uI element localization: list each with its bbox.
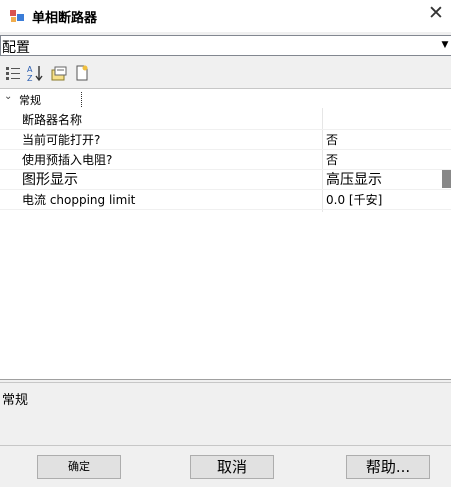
dropdown-button[interactable] (442, 170, 451, 188)
categorized-view-icon[interactable] (4, 64, 22, 82)
property-row-may-open[interactable]: 当前可能打开? 否 (0, 129, 451, 150)
chevron-down-icon[interactable]: ▼ (439, 37, 451, 53)
window-title: 单相断路器 (32, 11, 98, 26)
close-icon[interactable]: ✕ (421, 0, 451, 28)
focus-marker (81, 92, 82, 107)
property-row-breaker-name[interactable]: 断路器名称 (0, 109, 451, 130)
property-name: 当前可能打开? (22, 133, 101, 147)
chevron-down-icon[interactable]: ⌄ (4, 91, 12, 102)
property-row-preinsertion-resistor[interactable]: 使用预插入电阻? 否 (0, 149, 451, 170)
property-value[interactable]: 0.0 [千安] (326, 191, 382, 208)
property-value[interactable]: 否 (326, 131, 338, 148)
svg-text:Z: Z (27, 74, 33, 82)
description-title: 常规 (2, 393, 29, 408)
property-name: 使用预插入电阻? (22, 153, 113, 167)
cancel-button[interactable]: 取消 (190, 455, 274, 479)
property-name: 电流 chopping limit (22, 193, 136, 207)
property-row-graphic-display[interactable]: 图形显示 高压显示 (0, 169, 451, 190)
property-name: 图形显示 (22, 172, 78, 188)
object-selector-dropdown[interactable]: 配置 ▼ (0, 35, 451, 56)
title-bar: 单相断路器 ✕ (0, 0, 451, 32)
description-panel: 常规 (0, 382, 451, 446)
property-value[interactable]: 高压显示 (326, 169, 382, 189)
property-grid: ⌄ 常规 断路器名称 当前可能打开? 否 使用预插入电阻? 否 图形显示 高压显… (0, 88, 451, 380)
property-toolbar: A Z (0, 61, 451, 87)
ok-button[interactable]: 确定 (37, 455, 121, 479)
property-name: 断路器名称 (22, 113, 83, 127)
property-pages-icon[interactable] (50, 64, 68, 82)
help-button[interactable]: 帮助... (346, 455, 430, 479)
category-label: 常规 (19, 94, 41, 107)
property-value[interactable]: 否 (326, 151, 338, 168)
object-selector-value: 配置 (2, 40, 30, 56)
component-icon (9, 8, 25, 24)
svg-text:A: A (27, 65, 33, 74)
category-row-general[interactable]: ⌄ 常规 (0, 91, 451, 108)
new-page-icon[interactable] (73, 64, 91, 82)
property-row-chopping-limit[interactable]: 电流 chopping limit 0.0 [千安] (0, 189, 451, 210)
sort-alphabetical-icon[interactable]: A Z (26, 64, 44, 82)
